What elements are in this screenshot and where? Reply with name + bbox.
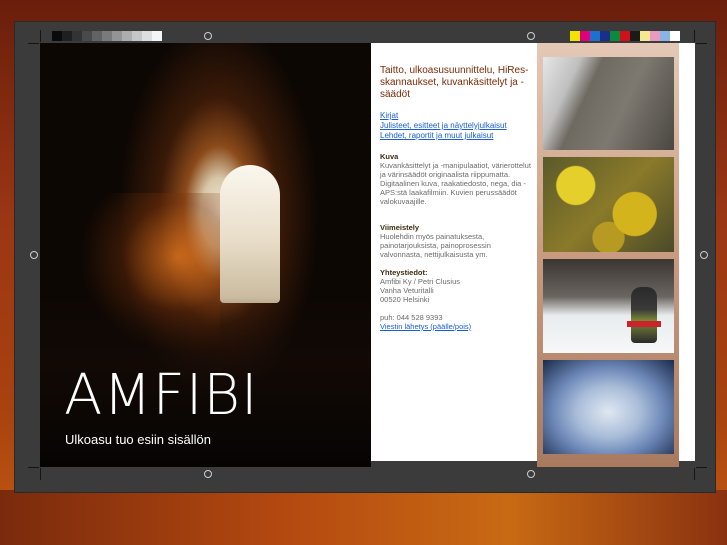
thumbnail-child-in-snow[interactable] — [543, 259, 674, 353]
color-swatch — [82, 31, 92, 41]
crop-mark — [694, 30, 695, 42]
background-streak — [0, 490, 727, 545]
contact-city: 00520 Helsinki — [380, 295, 430, 304]
contact-phone: puh: 044 528 9393 — [380, 313, 443, 322]
color-swatch — [122, 31, 132, 41]
services-heading: Taitto, ulkoasusuunnittelu, HiRes-skanna… — [380, 65, 529, 100]
publication-links: Kirjat Julisteet, esitteet ja näyttelyju… — [380, 111, 507, 141]
color-swatch — [72, 31, 82, 41]
section-kuva: Kuva Kuvankäsittelyt ja -manipulaatiot, … — [380, 152, 532, 206]
crop-mark — [694, 468, 695, 480]
section-viimeistely: Viimeistely Huolehdin myös painatuksesta… — [380, 223, 532, 259]
color-swatch — [660, 31, 670, 41]
brand-logo-text: AMFIBI — [64, 363, 259, 428]
section-contact: Yhteystiedot: Amfibi Ky / Petri Clusius … — [380, 268, 532, 331]
color-swatch — [590, 31, 600, 41]
child-figure — [627, 287, 661, 343]
crop-mark — [40, 30, 41, 42]
color-swatch — [650, 31, 660, 41]
color-swatch — [142, 31, 152, 41]
color-swatch — [640, 31, 650, 41]
crop-mark — [28, 467, 39, 468]
grayscale-color-bar — [52, 31, 162, 41]
registration-mark — [204, 32, 212, 40]
registration-mark — [700, 251, 708, 259]
color-swatch — [62, 31, 72, 41]
right-page-margin — [679, 43, 695, 461]
link-lehdet[interactable]: Lehdet, raportit ja muut julkaisut — [380, 131, 507, 141]
color-swatch — [112, 31, 122, 41]
crop-mark — [28, 43, 39, 44]
section-body: Huolehdin myös painatuksesta, painotarjo… — [380, 232, 491, 259]
color-swatch — [670, 31, 680, 41]
tunnel-opening — [220, 165, 280, 303]
link-kirjat[interactable]: Kirjat — [380, 111, 507, 121]
link-julisteet[interactable]: Julisteet, esitteet ja näyttelyjulkaisut — [380, 121, 507, 131]
thumbnail-ice[interactable] — [543, 360, 674, 454]
registration-mark — [527, 32, 535, 40]
crop-mark — [40, 468, 41, 480]
color-swatch — [580, 31, 590, 41]
message-toggle-link[interactable]: Viestin lähetys (päälle/pois) — [380, 322, 532, 331]
section-title: Viimeistely — [380, 223, 420, 232]
registration-mark — [204, 470, 212, 478]
contact-company: Amfibi Ky / Petri Clusius — [380, 277, 461, 286]
color-swatch — [132, 31, 142, 41]
color-swatch — [102, 31, 112, 41]
brand-tagline: Ulkoasu tuo esiin sisällön — [65, 432, 211, 447]
crop-mark — [696, 467, 707, 468]
color-swatch — [52, 31, 62, 41]
color-swatch — [152, 31, 162, 41]
thumbnail-lichen[interactable] — [543, 157, 674, 252]
color-swatch — [610, 31, 620, 41]
cmyk-color-bar — [570, 31, 680, 41]
crop-mark — [696, 43, 707, 44]
color-swatch — [600, 31, 610, 41]
contact-street: Vanha Veturitalli — [380, 286, 434, 295]
contact-title: Yhteystiedot: — [380, 268, 428, 277]
color-swatch — [630, 31, 640, 41]
color-swatch — [92, 31, 102, 41]
registration-mark — [30, 251, 38, 259]
registration-mark — [527, 470, 535, 478]
thumbnail-stone-wall[interactable] — [543, 57, 674, 150]
section-body: Kuvankäsittelyt ja -manipulaatiot, värie… — [380, 161, 531, 206]
color-swatch — [620, 31, 630, 41]
section-title: Kuva — [380, 152, 399, 161]
color-swatch — [570, 31, 580, 41]
